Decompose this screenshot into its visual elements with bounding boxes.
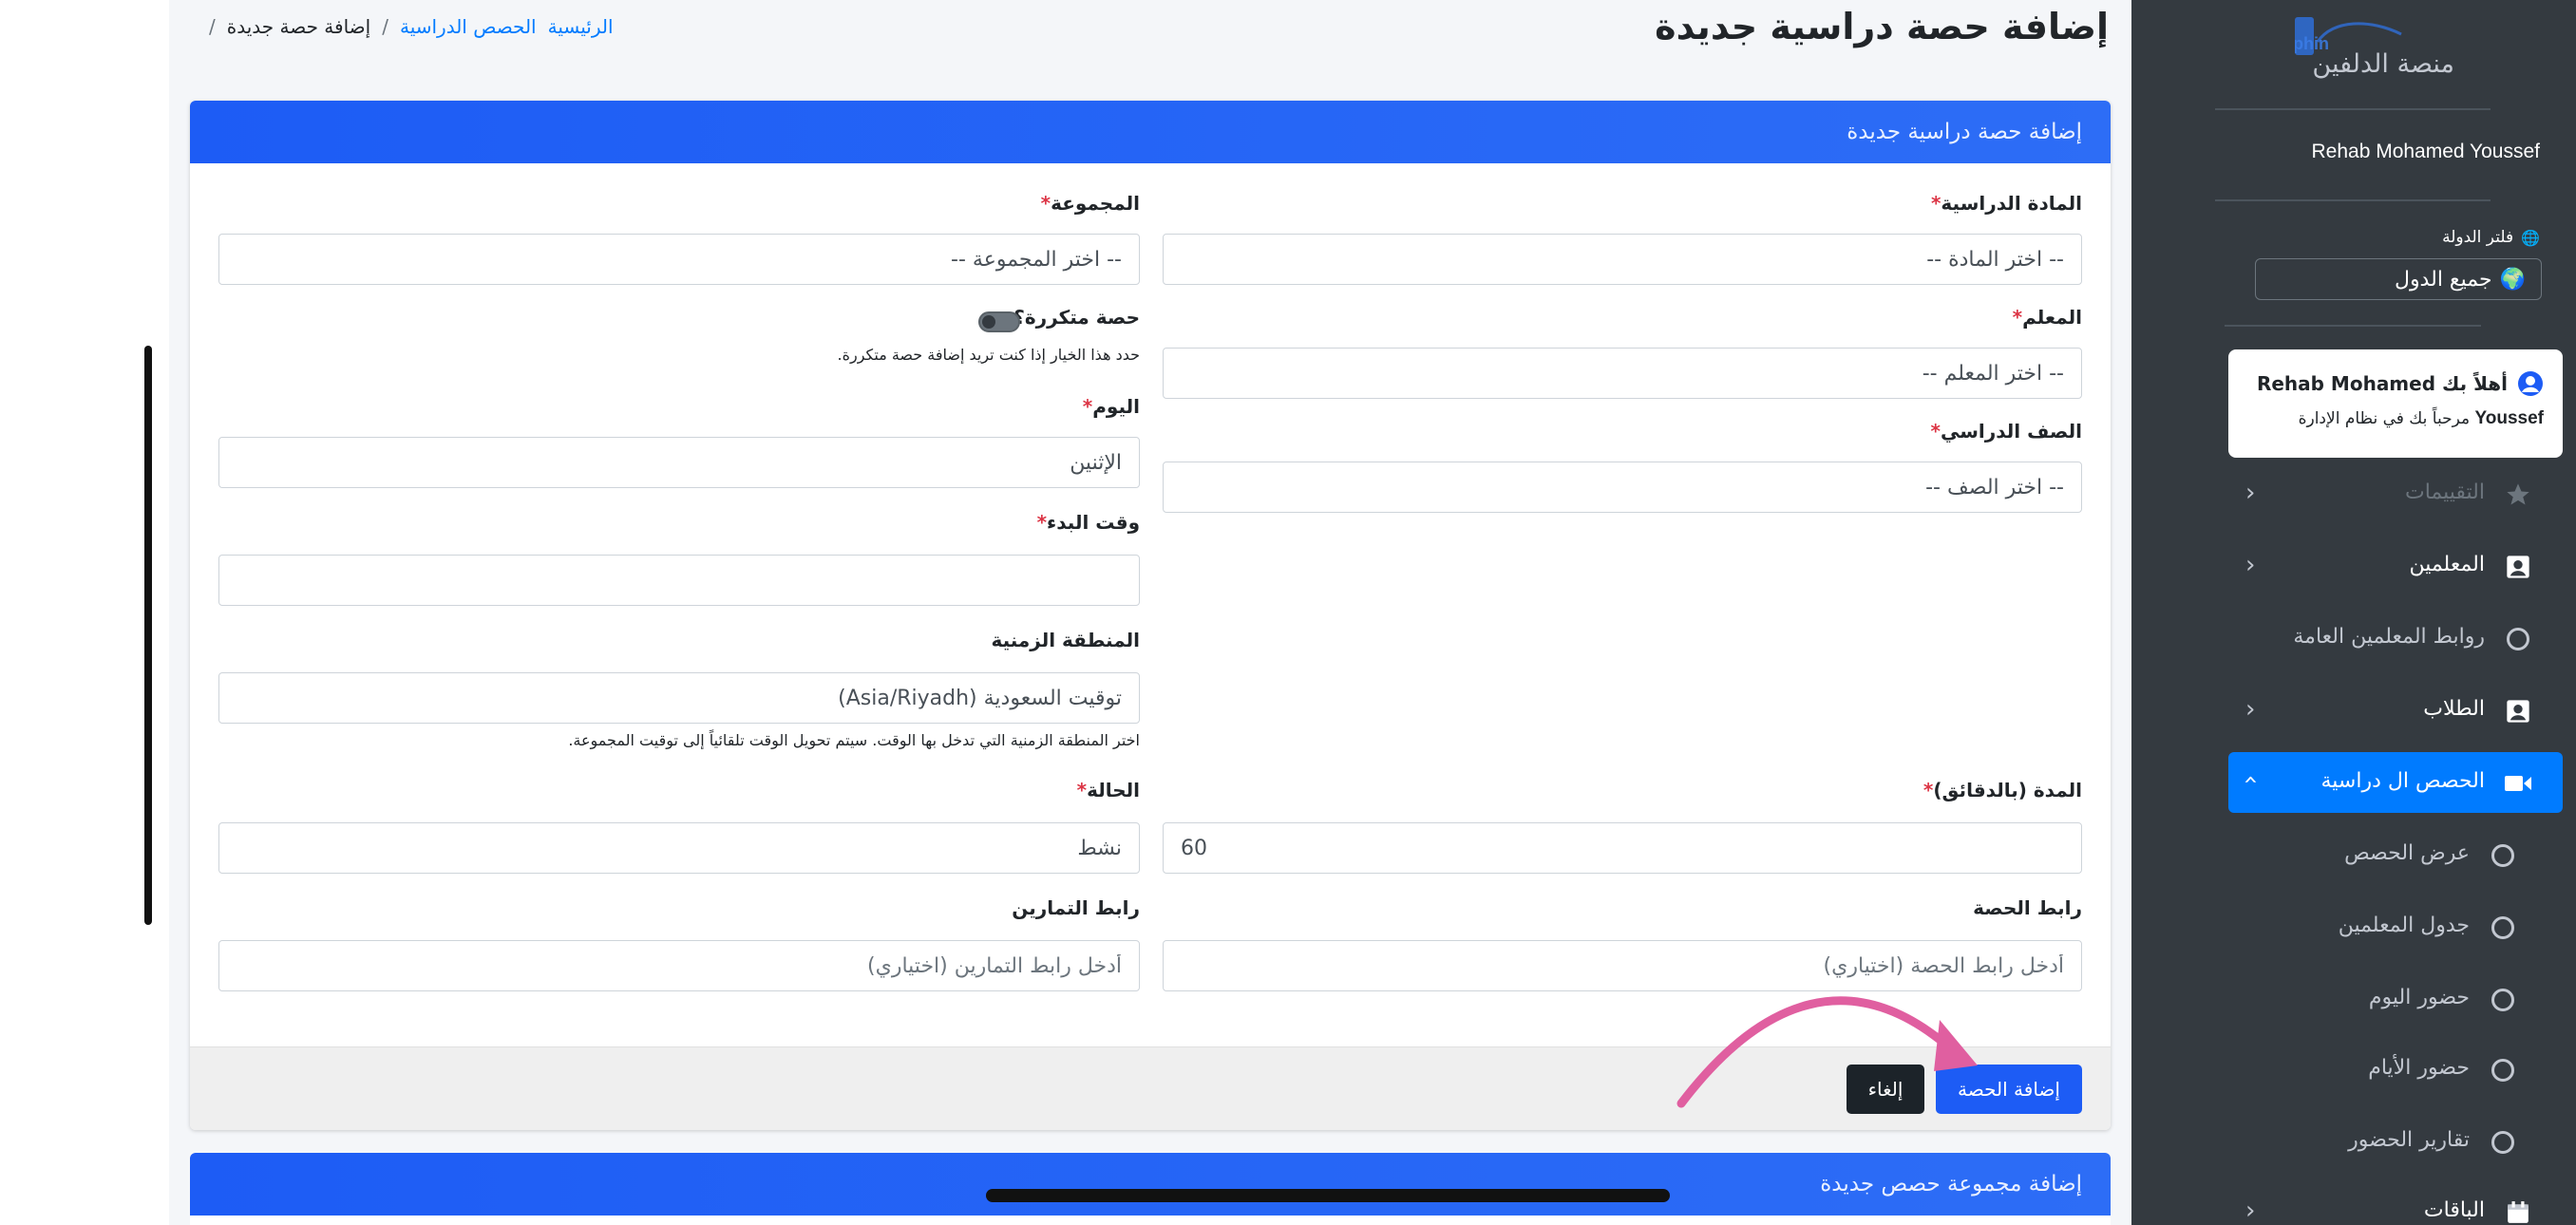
sidebar: Dolphin منصة الدلفين Rehab Mohamed Youss…: [2131, 0, 2576, 1225]
sidebar-user-name[interactable]: Rehab Mohamed Youssef: [2311, 141, 2540, 163]
timezone-label: المنطقة الزمنية: [991, 629, 1140, 651]
teacher-label: المعلم*: [2012, 306, 2082, 329]
chevron-left-icon: ‹: [2245, 551, 2256, 579]
chevron-down-icon: ‹: [2236, 774, 2265, 785]
circle-icon: [2489, 1128, 2517, 1157]
sidebar-item-lessons[interactable]: الحصص ال دراسية ‹: [2228, 752, 2563, 813]
sidebar-item-days-attendance[interactable]: حضور الأيام: [2228, 1039, 2563, 1100]
welcome-name-end: Youssef: [2474, 408, 2544, 428]
subject-label: المادة الدراسية*: [1930, 192, 2082, 215]
sidebar-item-teacher-schedule[interactable]: جدول المعلمين: [2228, 896, 2563, 957]
grade-select[interactable]: -- اختر الصف --: [1163, 462, 2082, 513]
sidebar-item-students[interactable]: الطلاب ‹: [2228, 680, 2563, 741]
sidebar-item-view-lessons[interactable]: عرض الحصص: [2228, 824, 2563, 885]
brand[interactable]: Dolphin منصة الدلفين: [2131, 0, 2576, 110]
grade-select-value: -- اختر الصف --: [1925, 475, 2064, 499]
country-filter-label: 🌐 فلتر الدولة: [2442, 228, 2540, 247]
exercises-link-input-field[interactable]: [237, 941, 1122, 990]
recurring-toggle[interactable]: [978, 311, 1020, 332]
subject-select-value: -- اختر المادة --: [1926, 247, 2064, 272]
circle-icon: [2489, 914, 2517, 942]
start-time-input-field[interactable]: [237, 556, 1122, 605]
calendar-icon: [2504, 1198, 2532, 1225]
sidebar-item-attendance-reports[interactable]: تقارير الحضور: [2228, 1111, 2563, 1172]
globe-emoji-icon: 🌍: [2499, 267, 2526, 292]
sidebar-divider: [2215, 108, 2491, 110]
recurring-help-text: حدد هذا الخيار إذا كنت تريد إضافة حصة مت…: [837, 346, 1141, 364]
breadcrumb-home[interactable]: الرئيسية: [548, 15, 614, 38]
globe-icon: 🌐: [2521, 228, 2540, 247]
chevron-left-icon: ‹: [2245, 479, 2256, 507]
timezone-select-value: توقيت السعودية (Asia/Riyadh): [838, 686, 1122, 710]
welcome-greeting: أهلاً بك Rehab Mohamed: [2256, 372, 2508, 395]
start-time-label: وقت البدء*: [1036, 511, 1140, 534]
status-label: الحالة*: [1076, 779, 1140, 801]
chevron-left-icon: ‹: [2245, 1197, 2256, 1225]
breadcrumb-separator: /: [382, 15, 388, 38]
circle-icon: [2504, 625, 2532, 653]
sidebar-divider: [2225, 325, 2481, 327]
student-icon: [2504, 697, 2532, 726]
day-label: اليوم*: [1082, 395, 1140, 418]
sidebar-item-packages[interactable]: الباقات ‹: [2228, 1181, 2563, 1225]
timezone-select[interactable]: توقيت السعودية (Asia/Riyadh): [218, 672, 1140, 724]
breadcrumb-current: إضافة حصة جديدة: [226, 15, 371, 38]
breadcrumb: الرئيسية الحصص الدراسية / إضافة حصة جديد…: [209, 15, 614, 38]
user-circle-icon: [2518, 371, 2543, 396]
chevron-left-icon: ‹: [2245, 695, 2256, 724]
start-time-input[interactable]: [218, 555, 1140, 606]
brand-title: منصة الدلفين: [2312, 49, 2454, 79]
exercises-link-input[interactable]: [218, 940, 1140, 991]
circle-icon: [2489, 841, 2517, 870]
teacher-select-value: -- اختر المعلم --: [1922, 361, 2064, 386]
page-title: إضافة حصة دراسية جديدة: [1655, 6, 2109, 47]
breadcrumb-separator: /: [209, 15, 216, 38]
day-select-value: الإثنين: [1070, 450, 1122, 475]
star-icon: [2504, 481, 2532, 509]
teacher-icon: [2504, 553, 2532, 581]
subject-select[interactable]: -- اختر المادة --: [1163, 234, 2082, 285]
teacher-select[interactable]: -- اختر المعلم --: [1163, 348, 2082, 399]
circle-icon: [2489, 1056, 2517, 1084]
card-header: إضافة حصة دراسية جديدة: [190, 101, 2111, 163]
second-card-header: إضافة مجموعة حصص جديدة: [190, 1153, 2111, 1216]
group-select[interactable]: -- اختر المجموعة --: [218, 234, 1140, 285]
left-blank-area: [0, 0, 169, 1225]
sidebar-item-teacher-links[interactable]: روابط المعلمين العامة: [2228, 608, 2563, 669]
exercises-link-label: رابط التمارين: [1012, 896, 1140, 919]
circle-icon: [2489, 986, 2517, 1014]
day-select[interactable]: الإثنين: [218, 437, 1140, 488]
sidebar-divider: [2215, 199, 2491, 201]
sidebar-item-today-attendance[interactable]: حضور اليوم: [2228, 969, 2563, 1029]
sidebar-item-evaluations[interactable]: التقييمات ‹: [2228, 463, 2563, 524]
timezone-help-text: اختر المنطقة الزمنية التي تدخل بها الوقت…: [568, 731, 1140, 749]
toggle-knob: [982, 315, 995, 329]
scroll-indicator[interactable]: [144, 346, 152, 925]
duration-input[interactable]: [1163, 822, 2082, 874]
welcome-card: أهلاً بك Rehab Mohamed Youssef مرحباً بك…: [2228, 349, 2563, 458]
duration-input-field[interactable]: [1181, 823, 2064, 873]
status-select[interactable]: نشط: [218, 822, 1140, 874]
group-select-value: -- اختر المجموعة --: [951, 247, 1122, 272]
group-label: المجموعة*: [1040, 192, 1140, 215]
sidebar-item-teachers[interactable]: المعلمين ‹: [2228, 536, 2563, 596]
home-indicator[interactable]: [986, 1189, 1670, 1202]
grade-label: الصف الدراسي*: [1930, 420, 2082, 443]
breadcrumb-lessons[interactable]: الحصص الدراسية: [400, 15, 537, 38]
welcome-subtitle: مرحباً بك في نظام الإدارة: [2298, 409, 2471, 428]
recurring-label: حصة متكررة؟: [1013, 306, 1140, 329]
country-filter-select[interactable]: 🌍 جميع الدول: [2255, 258, 2542, 300]
duration-label: المدة (بالدقائق)*: [1923, 779, 2082, 801]
video-icon: [2504, 769, 2532, 798]
lesson-link-label: رابط الحصة: [1973, 896, 2082, 919]
status-select-value: نشط: [1077, 836, 1122, 860]
country-filter-value: جميع الدول: [2394, 267, 2492, 292]
annotation-arrow-icon: [1676, 996, 1978, 1108]
